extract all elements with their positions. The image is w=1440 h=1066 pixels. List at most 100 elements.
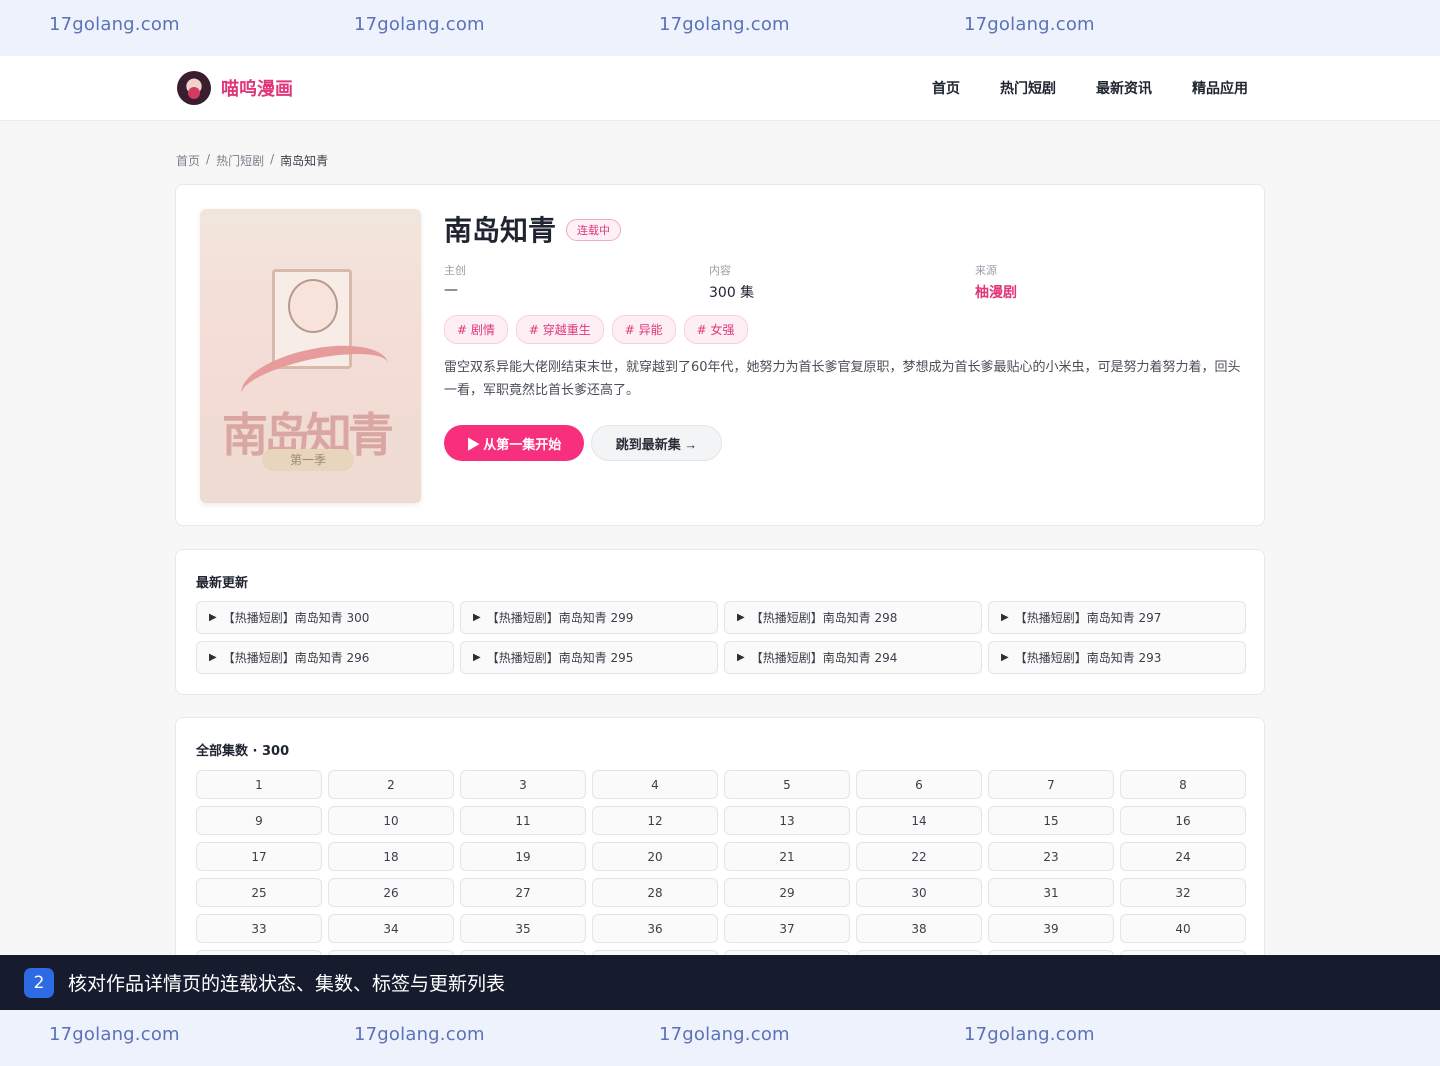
latest-updates-card: 最新更新 ▶ 【热播短剧】南岛知青 300 ▶ 【热播短剧】南岛知青 299 ▶ 【热… — [175, 549, 1265, 695]
latest-episode-item[interactable]: ▶ 【热播短剧】南岛知青 300 — [196, 601, 454, 634]
episode-number-button[interactable]: 12 — [592, 806, 718, 835]
episode-number-button[interactable]: 33 — [196, 914, 322, 943]
latest-episode-item[interactable]: ▶ 【热播短剧】南岛知青 294 — [724, 641, 982, 674]
episode-number-button[interactable]: 35 — [460, 914, 586, 943]
episode-number-button[interactable]: 2 — [328, 770, 454, 799]
episode-number-button[interactable]: 34 — [328, 914, 454, 943]
episode-number-button[interactable]: 20 — [592, 842, 718, 871]
nav-item-home[interactable]: 首页 — [932, 78, 960, 98]
episode-number-button[interactable]: 3 — [460, 770, 586, 799]
start-first-episode-button[interactable]: ▶ 从第一集开始 — [444, 425, 584, 461]
latest-episode-label: 【热播短剧】南岛知青 295 — [486, 651, 634, 665]
tag-item[interactable]: # 异能 — [611, 315, 676, 344]
meta-source-link[interactable]: 柚漫剧 — [975, 282, 1017, 302]
episode-number-button[interactable]: 16 — [1120, 806, 1246, 835]
breadcrumb-home[interactable]: 首页 — [176, 152, 200, 169]
breadcrumb-hot-dramas[interactable]: 热门短剧 — [216, 152, 264, 169]
work-title: 南岛知青 — [444, 214, 557, 247]
caption-text: 核对作品详情页的连载状态、集数、标签与更新列表 — [68, 973, 506, 995]
watermark-text: 17golang.com — [659, 14, 790, 35]
play-icon: ▶ — [1001, 652, 1009, 663]
latest-episode-item[interactable]: ▶ 【热播短剧】南岛知青 299 — [460, 601, 718, 634]
caption-bar: 2 核对作品详情页的连载状态、集数、标签与更新列表 — [0, 955, 1440, 1010]
episode-number-button[interactable]: 31 — [988, 878, 1114, 907]
latest-episode-item[interactable]: ▶ 【热播短剧】南岛知青 295 — [460, 641, 718, 674]
episode-number-button[interactable]: 24 — [1120, 842, 1246, 871]
title-row: 南岛知青 连载中 — [444, 209, 622, 249]
tag-item[interactable]: # 剧情 — [444, 315, 508, 344]
episode-number-button[interactable]: 10 — [328, 806, 454, 835]
episode-number-button[interactable]: 14 — [856, 806, 982, 835]
episode-number-button[interactable]: 36 — [592, 914, 718, 943]
episode-number-button[interactable]: 22 — [856, 842, 982, 871]
latest-episode-item[interactable]: ▶ 【热播短剧】南岛知青 296 — [196, 641, 454, 674]
episode-number-button[interactable]: 25 — [196, 878, 322, 907]
tag-list: # 剧情 # 穿越重生 # 异能 # 女强 — [444, 315, 748, 344]
logo-text: 喵呜漫画 — [221, 79, 293, 100]
watermark-band-bottom: 17golang.com 17golang.com 17golang.com 1… — [0, 1010, 1440, 1066]
cover-image: 南岛知青 第一季 — [200, 209, 421, 503]
episode-number-button[interactable]: 40 — [1120, 914, 1246, 943]
latest-episode-label: 【热播短剧】南岛知青 293 — [1014, 651, 1162, 665]
episode-number-button[interactable]: 39 — [988, 914, 1114, 943]
site-logo[interactable]: 喵呜漫画 — [177, 71, 293, 105]
play-icon: ▶ — [473, 652, 481, 663]
episode-number-button[interactable]: 26 — [328, 878, 454, 907]
episode-number-button[interactable]: 13 — [724, 806, 850, 835]
watermark-text: 17golang.com — [964, 14, 1095, 35]
episode-number-button[interactable]: 8 — [1120, 770, 1246, 799]
episode-number-button[interactable]: 18 — [328, 842, 454, 871]
latest-episode-label: 【热播短剧】南岛知青 297 — [1014, 611, 1162, 625]
episode-number-button[interactable]: 30 — [856, 878, 982, 907]
meta-content: 内容 300 集 — [709, 262, 754, 302]
episode-number-button[interactable]: 32 — [1120, 878, 1246, 907]
episode-number-button[interactable]: 7 — [988, 770, 1114, 799]
play-icon: ▶ — [737, 652, 745, 663]
episode-number-button[interactable]: 15 — [988, 806, 1114, 835]
work-detail-card: 南岛知青 第一季 南岛知青 连载中 主创 — 内容 300 集 来源 柚漫剧 #… — [175, 184, 1265, 526]
cover-character-art — [288, 279, 338, 333]
episode-number-button[interactable]: 9 — [196, 806, 322, 835]
watermark-text: 17golang.com — [49, 14, 180, 35]
episode-number-button[interactable]: 28 — [592, 878, 718, 907]
watermark-text: 17golang.com — [49, 1024, 180, 1045]
episode-number-button[interactable]: 5 — [724, 770, 850, 799]
jump-latest-episode-button[interactable]: 跳到最新集 → — [591, 425, 722, 461]
episode-number-button[interactable]: 37 — [724, 914, 850, 943]
latest-episode-label: 【热播短剧】南岛知青 296 — [222, 651, 370, 665]
latest-updates-list: ▶ 【热播短剧】南岛知青 300 ▶ 【热播短剧】南岛知青 299 ▶ 【热播短剧】南… — [196, 601, 1246, 674]
nav-item-apps[interactable]: 精品应用 — [1192, 78, 1248, 98]
episode-number-button[interactable]: 1 — [196, 770, 322, 799]
latest-episode-item[interactable]: ▶ 【热播短剧】南岛知青 297 — [988, 601, 1246, 634]
latest-episode-item[interactable]: ▶ 【热播短剧】南岛知青 298 — [724, 601, 982, 634]
episode-number-button[interactable]: 19 — [460, 842, 586, 871]
latest-episode-item[interactable]: ▶ 【热播短剧】南岛知青 293 — [988, 641, 1246, 674]
nav-item-hot-dramas[interactable]: 热门短剧 — [1000, 78, 1056, 98]
all-episodes-title: 全部集数 · 300 — [196, 744, 290, 759]
tag-item[interactable]: # 女强 — [683, 315, 748, 344]
episode-number-button[interactable]: 21 — [724, 842, 850, 871]
meta-content-label: 内容 — [709, 264, 731, 277]
latest-episode-label: 【热播短剧】南岛知青 298 — [750, 611, 898, 625]
episode-number-button[interactable]: 11 — [460, 806, 586, 835]
latest-episode-label: 【热播短剧】南岛知青 299 — [486, 611, 634, 625]
episode-number-button[interactable]: 29 — [724, 878, 850, 907]
play-icon: ▶ — [473, 612, 481, 623]
site-header: 喵呜漫画 首页 热门短剧 最新资讯 精品应用 — [0, 56, 1440, 121]
breadcrumb-separator: / — [206, 152, 211, 166]
meta-creator-label: 主创 — [444, 264, 466, 277]
watermark-text: 17golang.com — [354, 1024, 485, 1045]
episode-number-button[interactable]: 27 — [460, 878, 586, 907]
episode-number-button[interactable]: 38 — [856, 914, 982, 943]
episode-number-button[interactable]: 4 — [592, 770, 718, 799]
tag-item[interactable]: # 穿越重生 — [515, 315, 604, 344]
play-icon: ▶ — [1001, 612, 1009, 623]
meta-creator-value: — — [444, 282, 458, 298]
episode-number-button[interactable]: 23 — [988, 842, 1114, 871]
cover-season-label: 第一季 — [262, 449, 354, 471]
nav-item-news[interactable]: 最新资讯 — [1096, 78, 1152, 98]
episode-number-button[interactable]: 6 — [856, 770, 982, 799]
episode-number-button[interactable]: 17 — [196, 842, 322, 871]
latest-episode-label: 【热播短剧】南岛知青 300 — [222, 611, 370, 625]
status-badge: 连载中 — [566, 219, 622, 241]
